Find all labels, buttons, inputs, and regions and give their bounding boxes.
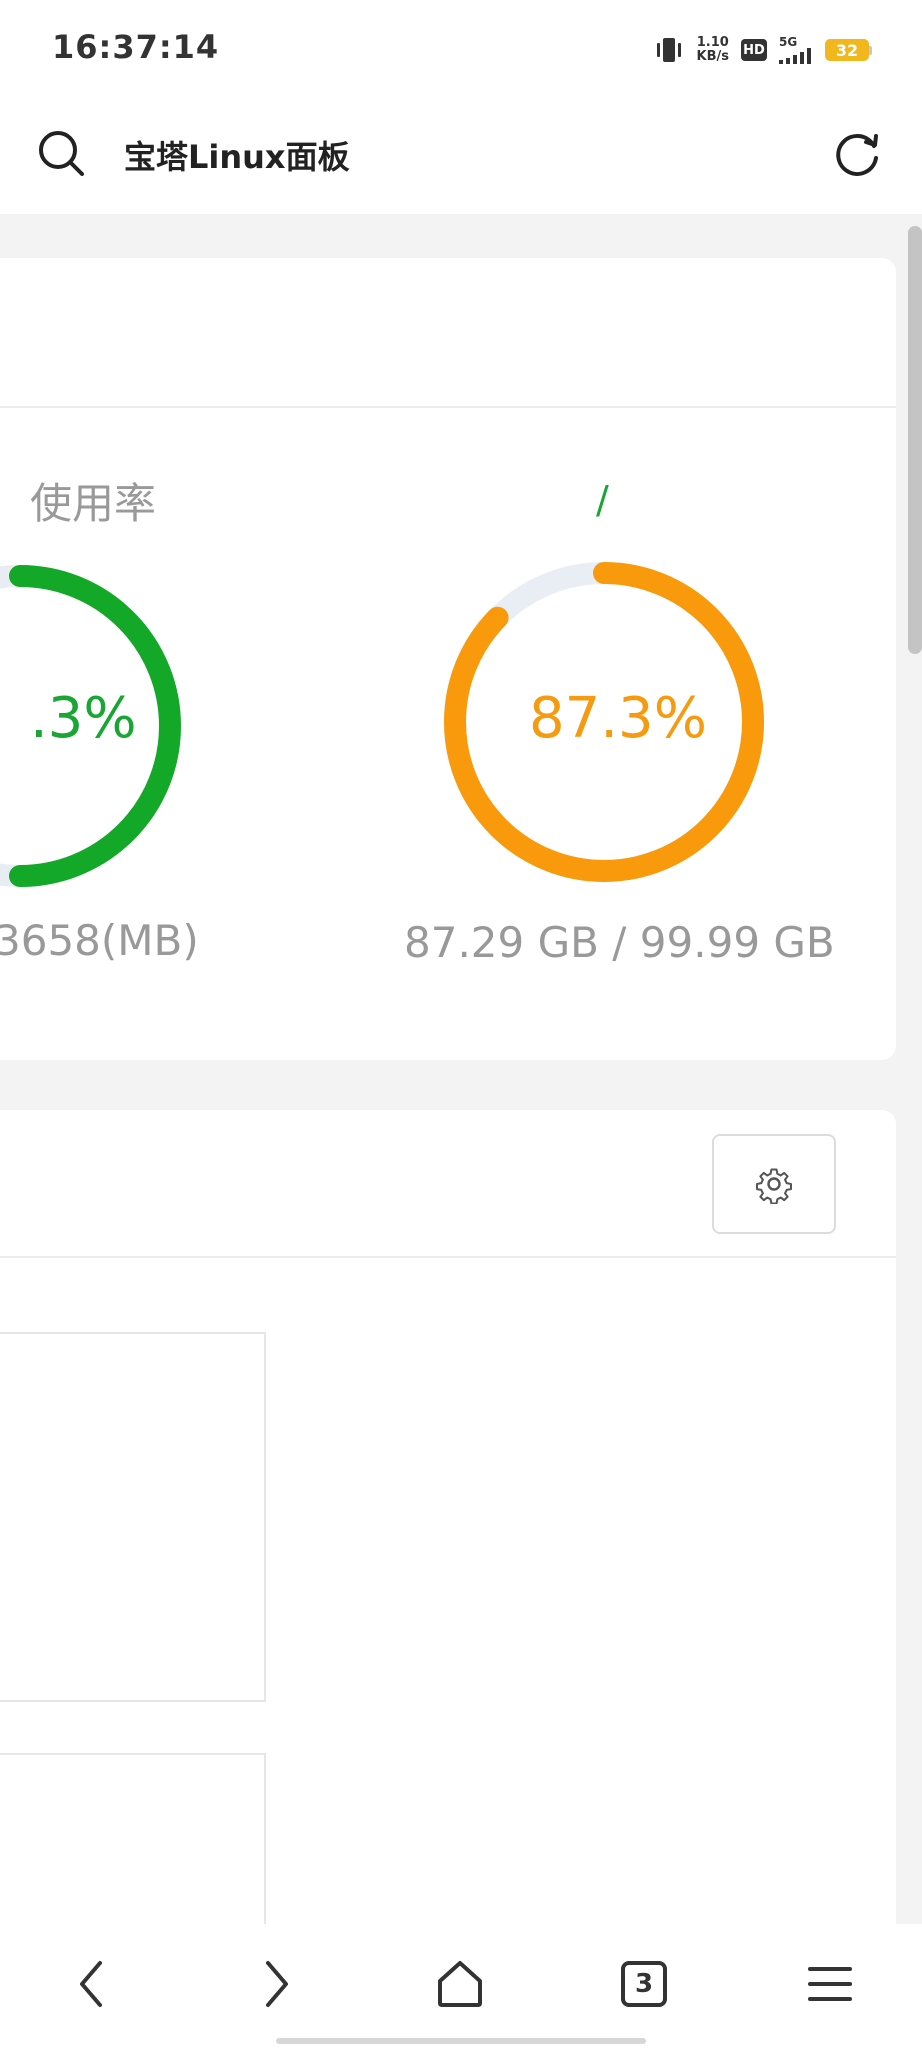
forward-icon: [266, 1961, 288, 2007]
bottom-navigation: 3: [0, 1924, 922, 2048]
menu-icon: [808, 1967, 852, 2001]
battery-tip: [869, 45, 872, 55]
settings-button[interactable]: [712, 1134, 836, 1234]
page-scrollbar[interactable]: [908, 226, 922, 654]
memory-usage-percent: .3%: [30, 686, 137, 751]
gear-icon: [755, 1168, 792, 1204]
browser-screen: 16:37:14 1.10 KB/s HD 5G 32 宝塔Linux面板 使用…: [0, 0, 922, 2048]
disk-mount-label[interactable]: /: [596, 478, 609, 522]
vibrate-icon: [656, 38, 681, 62]
battery-level: 32: [825, 39, 869, 61]
menu-button[interactable]: [800, 1954, 860, 2014]
overview-panel: [0, 1332, 266, 1702]
network-type: 5G: [779, 35, 798, 49]
back-button[interactable]: [62, 1954, 122, 2014]
signal-group: 5G: [779, 36, 813, 64]
back-icon: [80, 1961, 102, 2007]
search-icon[interactable]: [36, 128, 88, 180]
home-indicator: [276, 2038, 646, 2044]
disk-usage-detail: 87.29 GB / 99.99 GB: [404, 918, 835, 967]
hd-badge: HD: [741, 39, 767, 61]
status-bar: 16:37:14 1.10 KB/s HD 5G 32: [0, 0, 922, 98]
page-title[interactable]: 宝塔Linux面板: [124, 132, 350, 178]
signal-icon: [779, 48, 811, 64]
home-button[interactable]: [430, 1954, 490, 2014]
network-speed-value: 1.10: [696, 35, 729, 50]
status-time: 16:37:14: [52, 28, 220, 66]
reload-icon[interactable]: [832, 128, 884, 180]
home-icon: [438, 1961, 482, 2007]
card-divider: [0, 406, 896, 408]
network-speed-unit: KB/s: [696, 49, 729, 64]
network-speed: 1.10 KB/s: [697, 36, 729, 64]
card-divider: [0, 1256, 896, 1258]
forward-button[interactable]: [246, 1954, 306, 2014]
tabs-icon: 3: [621, 1961, 667, 2007]
memory-usage-title: 使用率: [30, 479, 157, 528]
overview-card: [0, 1110, 896, 2048]
battery-icon: 32: [825, 39, 872, 61]
tabs-button[interactable]: 3: [614, 1954, 674, 2014]
disk-usage-percent: 87.3%: [529, 686, 707, 751]
browser-toolbar: 宝塔Linux面板: [0, 98, 922, 214]
status-icons: 1.10 KB/s HD 5G 32: [653, 30, 872, 70]
memory-usage-detail: 3658(MB): [0, 916, 199, 965]
